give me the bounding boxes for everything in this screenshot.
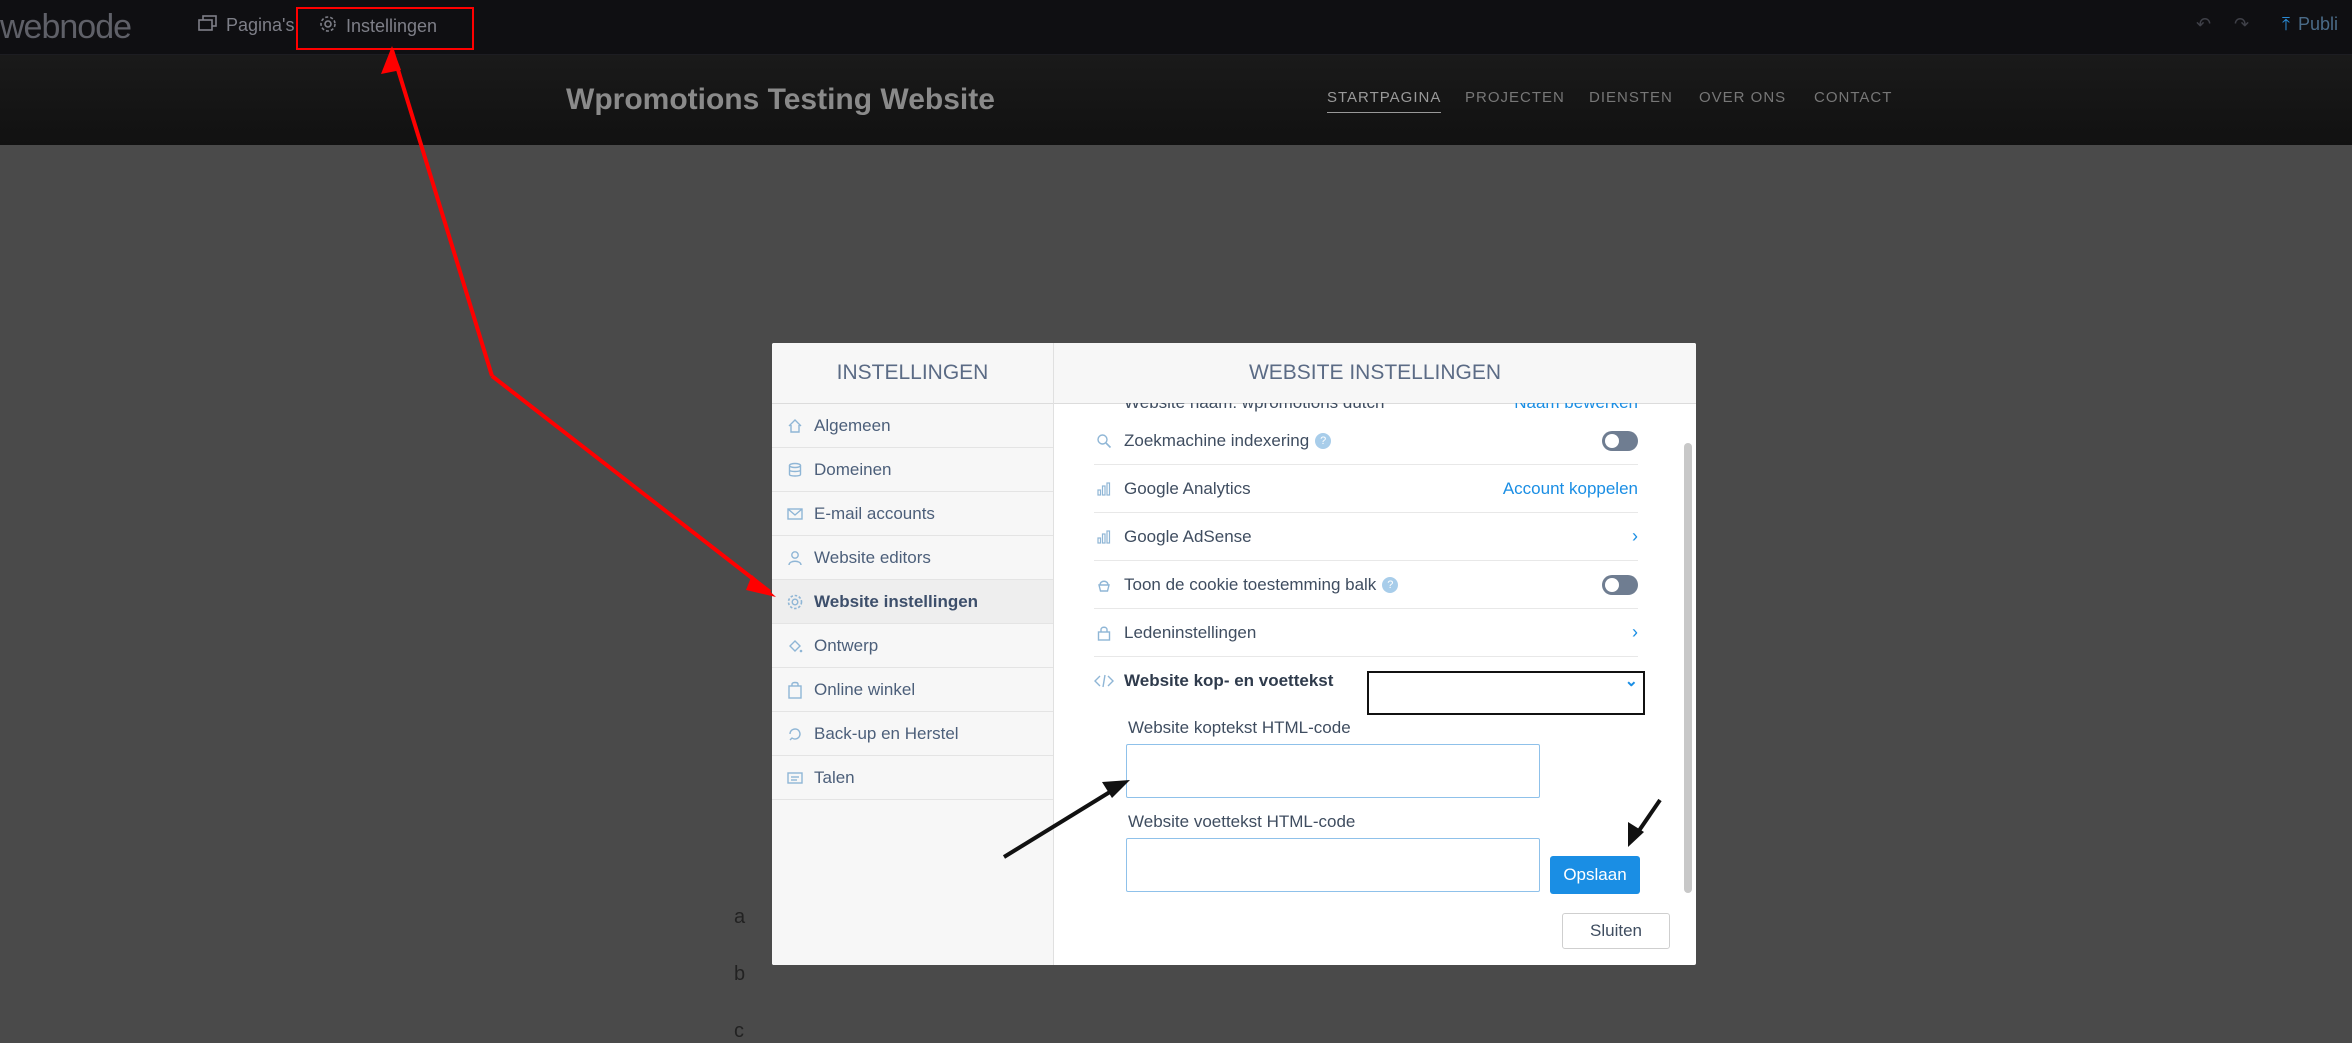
website-name-label: Website naam: wpromotions dutch	[1124, 403, 1384, 413]
nav-item-projecten[interactable]: PROJECTEN	[1465, 89, 1565, 106]
undo-icon[interactable]: ↶	[2196, 14, 2211, 35]
list-item-google-adsense[interactable]: Google AdSense ›	[1094, 513, 1638, 561]
close-button[interactable]: Sluiten	[1562, 913, 1670, 949]
nav-item-diensten[interactable]: DIENSTEN	[1589, 89, 1673, 106]
footer-code-field[interactable]	[1126, 838, 1540, 892]
gear-icon	[786, 593, 804, 611]
sidebar-item-label: Back-up en Herstel	[814, 723, 959, 743]
sidebar-item-email-accounts[interactable]: E-mail accounts	[772, 492, 1053, 536]
page-content-letter: b	[734, 963, 746, 985]
sidebar-item-website-instellingen[interactable]: Website instellingen	[772, 580, 1053, 624]
site-title: Wpromotions Testing Website	[566, 83, 995, 116]
main-panel-title: WEBSITE INSTELLINGEN	[1054, 343, 1696, 404]
publish-label: Publi	[2297, 14, 2338, 34]
list-item-zoekmachine-indexering: Zoekmachine indexering ?	[1094, 417, 1638, 465]
chevron-right-icon[interactable]: ›	[1632, 526, 1638, 547]
row-label: Google Analytics	[1124, 478, 1251, 498]
nav-item-startpagina[interactable]: STARTPAGINA	[1327, 89, 1442, 113]
pages-label: Pagina's	[226, 15, 295, 35]
header-code-field[interactable]	[1126, 744, 1540, 798]
nav-item-contact[interactable]: CONTACT	[1814, 89, 1892, 106]
database-icon	[786, 461, 804, 479]
settings-modal: INSTELLINGEN Algemeen Domeinen E-mail ac…	[772, 343, 1696, 965]
publish-button[interactable]: ⤒ Publi	[2282, 14, 2338, 35]
scrollbar[interactable]	[1684, 443, 1692, 893]
lock-icon	[1094, 623, 1114, 643]
code-icon	[1094, 671, 1114, 691]
row-label: Toon de cookie toestemming balk	[1124, 574, 1377, 594]
save-button[interactable]: Opslaan	[1550, 856, 1640, 894]
row-label: Ledeninstellingen	[1124, 622, 1257, 642]
help-icon[interactable]: ?	[1315, 432, 1332, 449]
bar-chart-icon	[1094, 479, 1114, 499]
edit-name-link[interactable]: Naam bewerken	[1514, 403, 1638, 413]
sidebar-item-label: Algemeen	[814, 415, 891, 435]
sidebar-item-label: Ontwerp	[814, 635, 879, 655]
shopping-bag-icon	[786, 681, 804, 699]
pages-menu-button[interactable]: Pagina's	[198, 14, 294, 37]
sidebar-title: INSTELLINGEN	[772, 343, 1053, 404]
settings-list: Website naam: wpromotions dutch Naam bew…	[1094, 403, 1638, 704]
sidebar-item-label: E-mail accounts	[814, 503, 935, 523]
row-label: Website kop- en voettekst	[1124, 670, 1334, 690]
settings-main-panel: WEBSITE INSTELLINGEN Website naam: wprom…	[1054, 343, 1696, 965]
sidebar-item-label: Domeinen	[814, 459, 892, 479]
sidebar-item-ontwerp[interactable]: Ontwerp	[772, 624, 1053, 668]
webnode-logo: webnode	[0, 8, 132, 46]
sidebar-item-label: Talen	[814, 767, 855, 787]
list-item-cookie-balk: Toon de cookie toestemming balk ?	[1094, 561, 1638, 609]
sidebar-item-label: Website instellingen	[814, 591, 979, 611]
sidebar-item-back-up-en-herstel[interactable]: Back-up en Herstel	[772, 712, 1053, 756]
list-item-google-analytics: Google Analytics Account koppelen	[1094, 465, 1638, 513]
paint-bucket-icon	[786, 637, 804, 655]
help-icon[interactable]: ?	[1382, 576, 1399, 593]
history-icon	[786, 725, 804, 743]
footer-code-label: Website voettekst HTML-code	[1128, 812, 1356, 831]
site-header: Wpromotions Testing Website STARTPAGINA …	[0, 55, 2352, 145]
envelope-icon	[786, 505, 804, 523]
header-code-label: Website koptekst HTML-code	[1128, 718, 1351, 737]
sidebar-item-talen[interactable]: Talen	[772, 756, 1053, 800]
language-icon	[786, 769, 804, 787]
upload-icon: ⤒	[2282, 14, 2290, 34]
annotation-red-box	[296, 7, 474, 50]
connect-account-link[interactable]: Account koppelen	[1503, 479, 1638, 499]
redo-icon[interactable]: ↷	[2234, 14, 2249, 35]
search-icon	[1094, 431, 1114, 451]
annotation-black-box	[1367, 671, 1645, 715]
user-icon	[786, 549, 804, 567]
chevron-right-icon[interactable]: ›	[1632, 622, 1638, 643]
list-item-ledeninstellingen[interactable]: Ledeninstellingen ›	[1094, 609, 1638, 657]
settings-sidebar: INSTELLINGEN Algemeen Domeinen E-mail ac…	[772, 343, 1054, 965]
sidebar-item-label: Online winkel	[814, 679, 916, 699]
sidebar-item-online-winkel[interactable]: Online winkel	[772, 668, 1053, 712]
sidebar-item-website-editors[interactable]: Website editors	[772, 536, 1053, 580]
pages-icon	[198, 14, 218, 37]
bar-chart-icon	[1094, 527, 1114, 547]
red-arrow-line-down	[490, 374, 772, 594]
row-label: Google AdSense	[1124, 526, 1252, 546]
sidebar-item-domeinen[interactable]: Domeinen	[772, 448, 1053, 492]
page-content-letter: c	[734, 1020, 744, 1042]
nav-item-over-ons[interactable]: OVER ONS	[1699, 89, 1786, 106]
cookie-icon	[1094, 575, 1114, 595]
sidebar-item-label: Website editors	[814, 547, 931, 567]
page-content-letter: a	[734, 906, 746, 928]
list-item-website-naam: Website naam: wpromotions dutch Naam bew…	[1094, 403, 1638, 417]
home-icon	[786, 417, 804, 435]
sidebar-item-algemeen[interactable]: Algemeen	[772, 404, 1053, 448]
row-label: Zoekmachine indexering	[1124, 430, 1310, 450]
indexing-toggle[interactable]	[1602, 431, 1638, 451]
cookie-bar-toggle[interactable]	[1602, 575, 1638, 595]
